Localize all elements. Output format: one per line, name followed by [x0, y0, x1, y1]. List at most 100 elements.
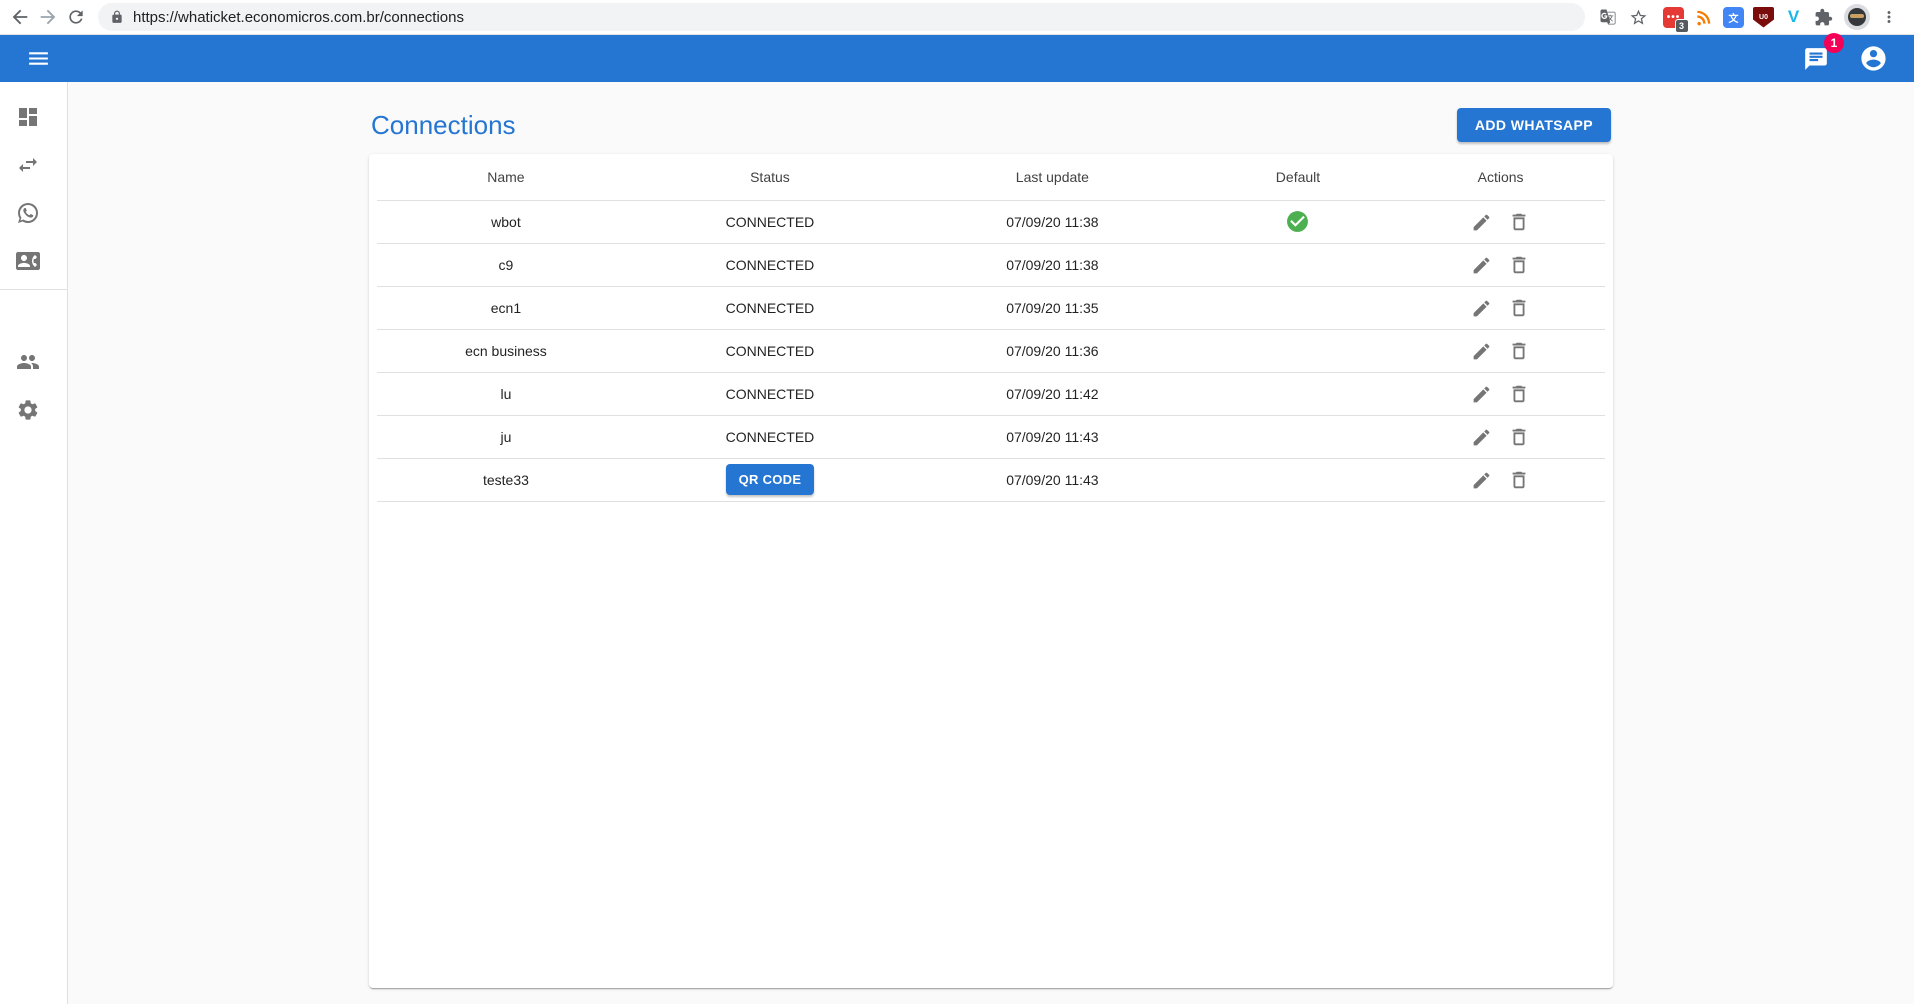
edit-pencil-icon	[1471, 427, 1492, 448]
table-row: lu CONNECTED 07/09/20 11:42	[377, 372, 1605, 415]
edit-pencil-icon	[1471, 470, 1492, 491]
sidebar-item-dashboard[interactable]	[0, 93, 67, 141]
edit-button[interactable]	[1465, 294, 1498, 323]
table-row: wbot CONNECTED 07/09/20 11:38	[377, 200, 1605, 243]
connections-table: Name Status Last update Default Actions …	[377, 154, 1605, 502]
app-bar: 1	[0, 35, 1914, 82]
delete-button[interactable]	[1502, 293, 1536, 323]
connection-status: CONNECTED	[726, 429, 815, 445]
bookmark-star-icon[interactable]	[1625, 4, 1651, 30]
ublock-shield-icon[interactable]: U0	[1753, 7, 1774, 28]
forward-button[interactable]	[34, 3, 62, 31]
lock-icon	[110, 10, 124, 24]
sidebar-divider	[0, 289, 67, 290]
table-header-row: Name Status Last update Default Actions	[377, 154, 1605, 200]
edit-button[interactable]	[1465, 466, 1498, 495]
sidebar-item-users[interactable]	[0, 338, 67, 386]
delete-button[interactable]	[1502, 465, 1536, 495]
trash-icon	[1508, 426, 1530, 448]
forward-arrow-icon	[37, 6, 59, 28]
connection-status: CONNECTED	[726, 300, 815, 316]
people-icon	[16, 350, 40, 374]
translate-page-icon[interactable]	[1595, 4, 1621, 30]
browser-profile-avatar[interactable]	[1844, 4, 1870, 30]
extensions-tray: ••• 3 文 U0 V	[1663, 7, 1834, 28]
trash-icon	[1508, 297, 1530, 319]
dashboard-icon	[16, 105, 40, 129]
trash-icon	[1508, 469, 1530, 491]
rss-extension-icon[interactable]	[1693, 7, 1714, 28]
connection-last-update: 07/09/20 11:36	[905, 329, 1200, 372]
extension-red-icon[interactable]: ••• 3	[1663, 7, 1684, 28]
notification-count-badge: 1	[1824, 33, 1844, 53]
delete-button[interactable]	[1502, 422, 1536, 452]
table-row: teste33 QR CODE 07/09/20 11:43	[377, 458, 1605, 501]
trash-icon	[1508, 383, 1530, 405]
edit-pencil-icon	[1471, 212, 1492, 233]
browser-toolbar: https://whaticket.economicros.com.br/con…	[0, 0, 1914, 35]
sidebar-item-tickets[interactable]	[0, 189, 67, 237]
edit-pencil-icon	[1471, 298, 1492, 319]
table-row: ju CONNECTED 07/09/20 11:43	[377, 415, 1605, 458]
edit-button[interactable]	[1465, 208, 1498, 237]
header-status: Status	[635, 154, 905, 200]
edit-button[interactable]	[1465, 380, 1498, 409]
header-actions: Actions	[1396, 154, 1605, 200]
connection-last-update: 07/09/20 11:43	[905, 458, 1200, 501]
sidebar-item-connections[interactable]	[0, 141, 67, 189]
table-row: ecn1 CONNECTED 07/09/20 11:35	[377, 286, 1605, 329]
connection-name: c9	[377, 243, 635, 286]
page-title: Connections	[371, 110, 516, 141]
url-text: https://whaticket.economicros.com.br/con…	[133, 9, 464, 26]
chat-icon	[1803, 46, 1829, 72]
trash-icon	[1508, 211, 1530, 233]
connection-name: ecn business	[377, 329, 635, 372]
qr-code-button[interactable]: QR CODE	[726, 464, 815, 495]
default-check-icon	[1285, 209, 1310, 234]
reload-icon	[66, 7, 86, 27]
edit-button[interactable]	[1465, 251, 1498, 280]
delete-button[interactable]	[1502, 250, 1536, 280]
connection-last-update: 07/09/20 11:38	[905, 200, 1200, 243]
connection-last-update: 07/09/20 11:43	[905, 415, 1200, 458]
connection-name: ecn1	[377, 286, 635, 329]
connection-name: teste33	[377, 458, 635, 501]
contact-phone-icon	[16, 249, 40, 273]
sidebar-item-contacts[interactable]	[0, 237, 67, 285]
header-default: Default	[1200, 154, 1396, 200]
edit-button[interactable]	[1465, 423, 1498, 452]
hamburger-menu-button[interactable]	[20, 40, 57, 77]
reload-button[interactable]	[62, 3, 90, 31]
back-button[interactable]	[6, 3, 34, 31]
edit-button[interactable]	[1465, 337, 1498, 366]
extensions-puzzle-icon[interactable]	[1813, 7, 1834, 28]
connection-name: lu	[377, 372, 635, 415]
connection-status: CONNECTED	[726, 214, 815, 230]
connection-last-update: 07/09/20 11:42	[905, 372, 1200, 415]
connection-last-update: 07/09/20 11:38	[905, 243, 1200, 286]
ninja-avatar-icon	[1848, 8, 1866, 26]
back-arrow-icon	[9, 6, 31, 28]
account-menu-button[interactable]	[1853, 38, 1894, 79]
table-row: ecn business CONNECTED 07/09/20 11:36	[377, 329, 1605, 372]
translate-extension-icon[interactable]: 文	[1723, 7, 1744, 28]
extension-count-badge: 3	[1675, 19, 1689, 33]
delete-button[interactable]	[1502, 207, 1536, 237]
delete-button[interactable]	[1502, 336, 1536, 366]
vimeo-extension-icon[interactable]: V	[1783, 7, 1804, 28]
edit-pencil-icon	[1471, 384, 1492, 405]
address-bar[interactable]: https://whaticket.economicros.com.br/con…	[98, 3, 1585, 31]
add-whatsapp-button[interactable]: ADD WHATSAPP	[1457, 108, 1611, 142]
whatsapp-icon	[16, 201, 40, 225]
connections-card: Name Status Last update Default Actions …	[369, 154, 1613, 988]
trash-icon	[1508, 254, 1530, 276]
trash-icon	[1508, 340, 1530, 362]
page-header: Connections ADD WHATSAPP	[369, 96, 1613, 154]
edit-pencil-icon	[1471, 255, 1492, 276]
connection-status: CONNECTED	[726, 257, 815, 273]
swap-horizontal-icon	[16, 153, 40, 177]
account-circle-icon	[1859, 44, 1888, 73]
browser-menu-kebab-icon[interactable]	[1876, 4, 1902, 30]
delete-button[interactable]	[1502, 379, 1536, 409]
sidebar-item-settings[interactable]	[0, 386, 67, 434]
